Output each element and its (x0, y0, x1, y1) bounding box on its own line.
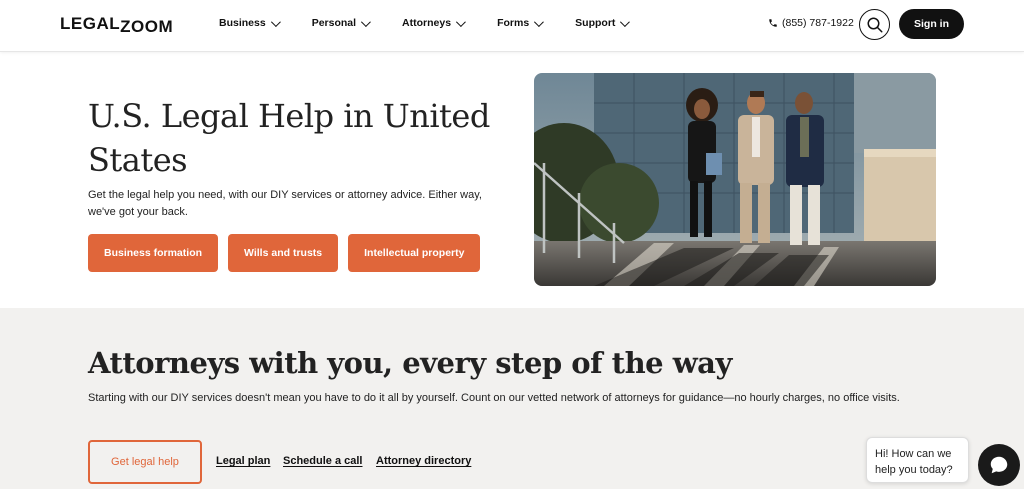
chevron-down-icon (270, 16, 281, 27)
chat-greeting[interactable]: Hi! How can we help you today? (866, 437, 969, 483)
hero-buttons: Business formation Wills and trusts Inte… (88, 234, 490, 272)
site-header: LEGALZOOM Business Personal Attorneys Fo… (0, 0, 1024, 52)
schedule-a-call-link[interactable]: Schedule a call (283, 455, 362, 467)
business-formation-button[interactable]: Business formation (88, 234, 219, 272)
logo[interactable]: LEGALZOOM (60, 14, 174, 36)
nav-item-label: Attorneys (402, 17, 452, 29)
search-button[interactable] (859, 9, 890, 40)
attorneys-subtitle: Starting with our DIY services doesn't m… (88, 392, 900, 404)
search-icon (867, 17, 882, 32)
nav-item-forms[interactable]: Forms (497, 16, 545, 29)
nav-item-label: Support (575, 17, 616, 29)
sign-in-button[interactable]: Sign in (899, 9, 964, 39)
nav-item-label: Personal (311, 17, 357, 29)
chevron-down-icon (620, 16, 631, 27)
phone-link[interactable]: (855) 787-1922 (768, 17, 854, 29)
hero-image (534, 73, 936, 286)
phone-icon (769, 19, 777, 27)
hero-photo-illustration (534, 73, 936, 286)
main-nav: Business Personal Attorneys Forms Suppor… (219, 16, 661, 29)
page: LEGALZOOM Business Personal Attorneys Fo… (0, 0, 1024, 489)
nav-item-personal[interactable]: Personal (311, 16, 371, 29)
nav-item-label: Forms (497, 17, 530, 29)
phone-number: (855) 787-1922 (782, 17, 854, 29)
nav-item-label: Business (219, 17, 266, 29)
get-legal-help-button[interactable]: Get legal help (88, 440, 202, 484)
chevron-down-icon (534, 16, 545, 27)
chevron-down-icon (361, 16, 371, 27)
page-title: U.S. Legal Help in United States (88, 97, 490, 179)
attorneys-title: Attorneys with you, every step of the wa… (88, 346, 732, 380)
nav-item-support[interactable]: Support (575, 16, 631, 29)
logo-text-left: LEGAL (60, 14, 121, 33)
hero-subtitle: Get the legal help you need, with our DI… (88, 189, 482, 218)
wills-and-trusts-button[interactable]: Wills and trusts (228, 234, 339, 272)
nav-item-business[interactable]: Business (219, 16, 281, 29)
logo-text-right: ZOOM (120, 17, 174, 36)
attorney-directory-link[interactable]: Attorney directory (376, 455, 471, 467)
chevron-down-icon (456, 16, 466, 27)
chat-icon (990, 456, 1008, 474)
legal-plan-link[interactable]: Legal plan (216, 455, 270, 467)
chat-launcher-button[interactable] (978, 444, 1020, 486)
intellectual-property-button[interactable]: Intellectual property (348, 234, 481, 272)
nav-item-attorneys[interactable]: Attorneys (402, 16, 466, 29)
